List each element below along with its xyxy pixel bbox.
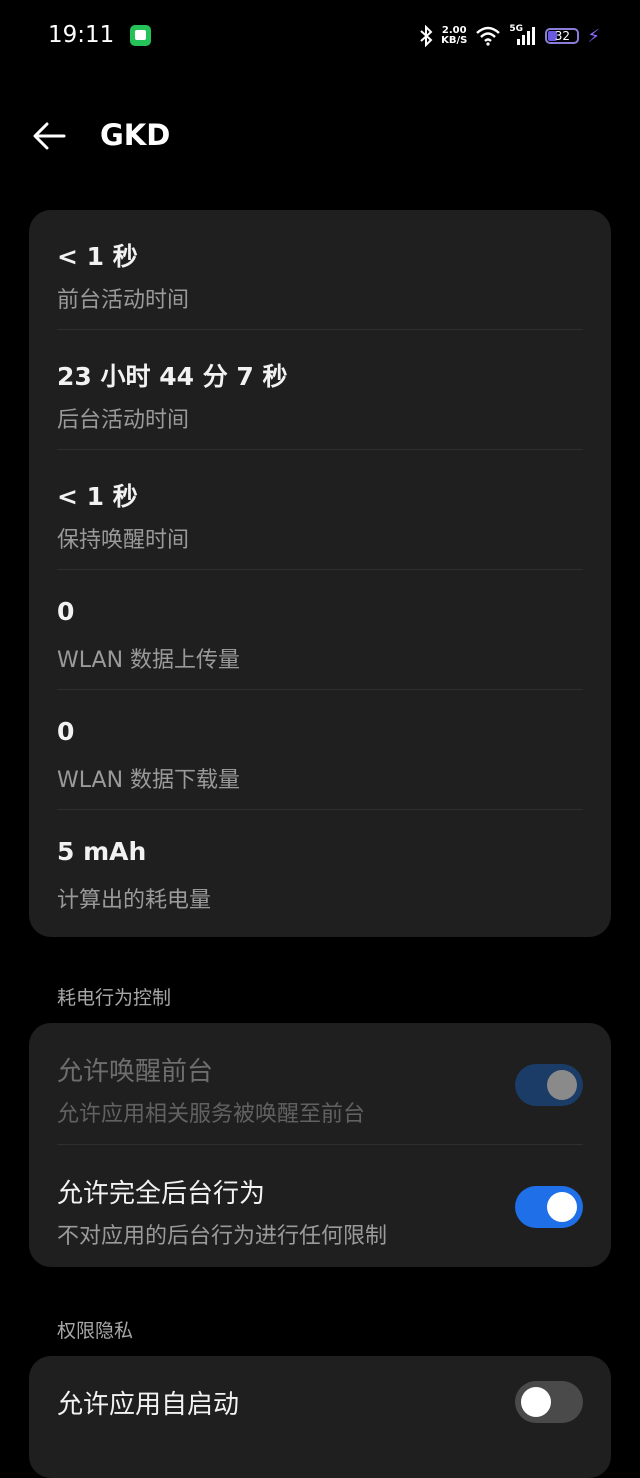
stat-row-wlan-upload: 0 WLAN 数据上传量 xyxy=(29,570,611,690)
stat-label: WLAN 数据下载量 xyxy=(57,768,241,793)
bluetooth-icon xyxy=(420,25,433,47)
stat-label: 保持唤醒时间 xyxy=(57,528,190,553)
stat-row-power-usage: 5 mAh 计算出的耗电量 xyxy=(29,810,611,937)
battery-icon: 32 xyxy=(545,28,580,44)
privacy-settings-card: 允许应用自启动 xyxy=(29,1356,611,1478)
app-notification-icon xyxy=(130,25,151,46)
charging-icon: ⚡ xyxy=(587,25,600,47)
wifi-icon xyxy=(476,26,501,46)
stat-value: < 1 秒 xyxy=(57,242,138,271)
setting-row-allow-wake-foreground: 允许唤醒前台 允许应用相关服务被唤醒至前台 xyxy=(29,1023,611,1145)
stat-row-background-time: 23 小时 44 分 7 秒 后台活动时间 xyxy=(29,330,611,450)
app-bar: GKD xyxy=(0,100,640,172)
status-bar: 19:11 2.00 KB/S 5G 32 ⚡ xyxy=(0,0,640,72)
section-title-privacy: 权限隐私 xyxy=(57,1320,134,1342)
stat-label: 后台活动时间 xyxy=(57,408,190,433)
allow-wake-foreground-toggle xyxy=(515,1064,583,1106)
setting-row-allow-auto-start[interactable]: 允许应用自启动 xyxy=(29,1356,611,1478)
stat-label: 计算出的耗电量 xyxy=(57,888,212,913)
battery-level: 32 xyxy=(554,29,570,43)
network-speed: 2.00 KB/S xyxy=(441,26,467,46)
setting-title: 允许完全后台行为 xyxy=(57,1179,266,1209)
toggle-knob xyxy=(547,1192,577,1222)
stat-row-wake-time: < 1 秒 保持唤醒时间 xyxy=(29,450,611,570)
stat-value: 5 mAh xyxy=(57,837,147,866)
back-arrow-icon[interactable] xyxy=(30,118,70,154)
toggle-knob xyxy=(521,1387,551,1417)
toggle-knob xyxy=(547,1070,577,1100)
section-title-power: 耗电行为控制 xyxy=(57,987,172,1009)
stat-value: 23 小时 44 分 7 秒 xyxy=(57,362,288,391)
allow-auto-start-toggle[interactable] xyxy=(515,1381,583,1423)
network-speed-unit: KB/S xyxy=(441,35,468,46)
setting-title: 允许应用自启动 xyxy=(57,1390,240,1420)
stat-value: < 1 秒 xyxy=(57,482,138,511)
cellular-signal-icon: 5G xyxy=(509,24,537,47)
stat-row-foreground-time: < 1 秒 前台活动时间 xyxy=(29,210,611,330)
status-time: 19:11 xyxy=(48,22,115,48)
stat-label: WLAN 数据上传量 xyxy=(57,648,241,673)
page-title: GKD xyxy=(100,118,171,152)
stat-label: 前台活动时间 xyxy=(57,288,190,313)
power-settings-card: 允许唤醒前台 允许应用相关服务被唤醒至前台 允许完全后台行为 不对应用的后台行为… xyxy=(29,1023,611,1267)
setting-subtitle: 不对应用的后台行为进行任何限制 xyxy=(57,1224,388,1249)
setting-subtitle: 允许应用相关服务被唤醒至前台 xyxy=(57,1102,366,1127)
allow-full-background-toggle[interactable] xyxy=(515,1186,583,1228)
status-icons: 2.00 KB/S 5G 32 ⚡ xyxy=(419,22,600,50)
stat-row-wlan-download: 0 WLAN 数据下载量 xyxy=(29,690,611,810)
setting-title: 允许唤醒前台 xyxy=(57,1057,214,1087)
usage-stats-card: < 1 秒 前台活动时间 23 小时 44 分 7 秒 后台活动时间 < 1 秒… xyxy=(29,210,611,937)
stat-value: 0 xyxy=(57,717,75,746)
setting-row-allow-full-background[interactable]: 允许完全后台行为 不对应用的后台行为进行任何限制 xyxy=(29,1145,611,1267)
stat-value: 0 xyxy=(57,597,75,626)
